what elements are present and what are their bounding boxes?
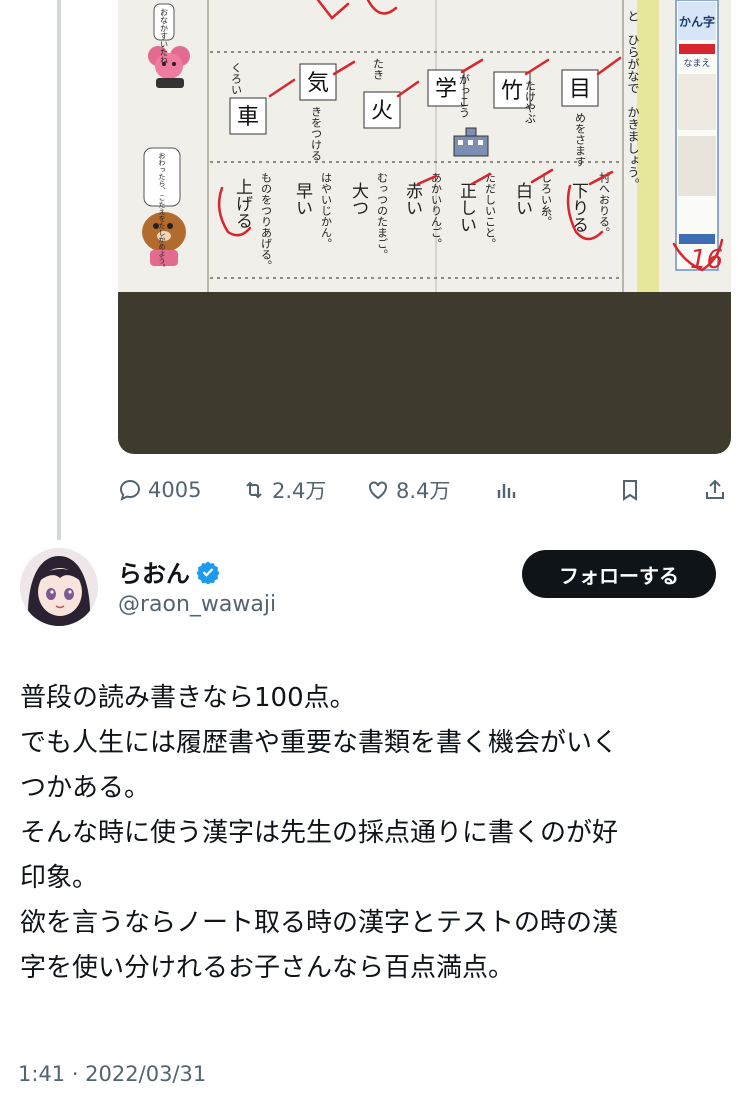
reply-icon <box>119 479 141 501</box>
kana-4: がっこう <box>458 74 471 118</box>
retweet-count: 2.4万 <box>272 479 327 503</box>
sentence-4: あかいりんご。 <box>430 172 443 249</box>
answer-4: 赤い <box>402 182 423 216</box>
kanji-box-1: 車 <box>237 105 259 130</box>
thread-connector-line <box>57 0 61 540</box>
share-button[interactable] <box>703 470 727 510</box>
retweet-icon <box>246 481 262 499</box>
header-kanji-label: かん字 <box>679 14 715 29</box>
reply-button[interactable]: 4005 <box>118 470 201 510</box>
kana-3: たき <box>372 58 385 80</box>
kanji-box-2: 気 <box>307 71 329 96</box>
answer-6: 白い <box>512 182 532 216</box>
tweet-line: 字を使い分けれるお子さんなら百点満点。 <box>20 953 515 983</box>
score-mark: 16 <box>690 245 723 275</box>
account-handle[interactable]: @raon_wawaji <box>118 592 276 617</box>
tweet-action-bar: 4005 2.4万 8.4万 <box>118 470 731 510</box>
bubble-bottom: おわったら、こたえをたしかめよう。 <box>158 152 166 271</box>
kanji-box-4: 学 <box>435 77 457 102</box>
reply-count: 4005 <box>148 478 202 502</box>
sentence-5: ただしいこと。 <box>484 172 497 249</box>
instruction-text: と ひらがなで かきましょう。 <box>626 10 640 190</box>
display-name-row[interactable]: らおん <box>118 554 220 589</box>
tweet-line: そんな時に使う漢字は先生の採点通りに書くのが好 <box>20 818 619 848</box>
answer-7: 下りる <box>568 182 589 233</box>
tweet-line: つかある。 <box>20 773 151 803</box>
kanji-box-6: 目 <box>569 77 591 102</box>
sentence-7: 村へおりる。 <box>598 171 611 238</box>
tweet-media-image[interactable]: かん字 なまえ と ひらがなで かきましょう。 車 気 火 学 竹 目 くろい … <box>118 0 731 454</box>
avatar[interactable] <box>20 548 98 626</box>
sentence-6: しろい糸。 <box>540 172 553 227</box>
answer-3: 大つ <box>348 182 369 216</box>
heart-icon <box>369 481 387 500</box>
bar-chart-icon <box>497 484 516 498</box>
share-icon <box>706 479 724 499</box>
worksheet-photo: かん字 なまえ と ひらがなで かきましょう。 車 気 火 学 竹 目 くろい … <box>118 0 731 292</box>
anime-avatar-illustration <box>20 548 98 626</box>
name-label: なまえ <box>683 58 710 69</box>
bookmark-icon <box>623 480 637 501</box>
kanji-box-3: 火 <box>371 99 393 124</box>
retweet-button[interactable]: 2.4万 <box>242 470 326 510</box>
answer-1: 上げる <box>232 178 253 229</box>
sentence-2: はやいじかん。 <box>320 172 333 249</box>
bubble-top: おなかすいたね <box>160 8 169 64</box>
views-button[interactable] <box>494 470 518 510</box>
kana-5: たけやぶ <box>524 80 537 124</box>
answer-2: 早い <box>292 182 313 216</box>
mouse-mascot-illustration <box>148 46 190 88</box>
kana-1: くろい <box>230 62 243 95</box>
tweet-timestamp[interactable]: 1:41 · 2022/03/31 <box>18 1062 206 1086</box>
sentence-1: ものをつりあげる。 <box>260 172 273 271</box>
answer-5: 正しい <box>456 182 477 233</box>
kana-6: めをさます <box>574 112 587 167</box>
follow-button[interactable]: フォローする <box>522 550 716 598</box>
like-count: 8.4万 <box>396 479 451 503</box>
tweet-line: でも人生には履歴書や重要な書類を書く機会がいく <box>20 728 619 758</box>
kana-2: きをつける <box>310 106 323 161</box>
verified-badge-icon <box>196 561 220 584</box>
sentence-3: むっつのたまご。 <box>376 172 389 260</box>
like-button[interactable]: 8.4万 <box>366 470 450 510</box>
tweet-text: 普段の読み書きなら100点。 でも人生には履歴書や重要な書類を書く機会がいく つ… <box>20 676 720 991</box>
kanji-box-5: 竹 <box>501 79 523 104</box>
tweet-line: 普段の読み書きなら100点。 <box>20 683 356 713</box>
school-building-icon <box>453 127 489 157</box>
worksheet-drawing: かん字 なまえ と ひらがなで かきましょう。 車 気 火 学 竹 目 くろい … <box>142 0 724 292</box>
tweet-line: 印象。 <box>20 863 99 893</box>
tweet-line: 欲を言うならノート取る時の漢字とテストの時の漢 <box>20 908 619 938</box>
display-name: らおん <box>118 560 190 588</box>
bookmark-button[interactable] <box>618 470 642 510</box>
